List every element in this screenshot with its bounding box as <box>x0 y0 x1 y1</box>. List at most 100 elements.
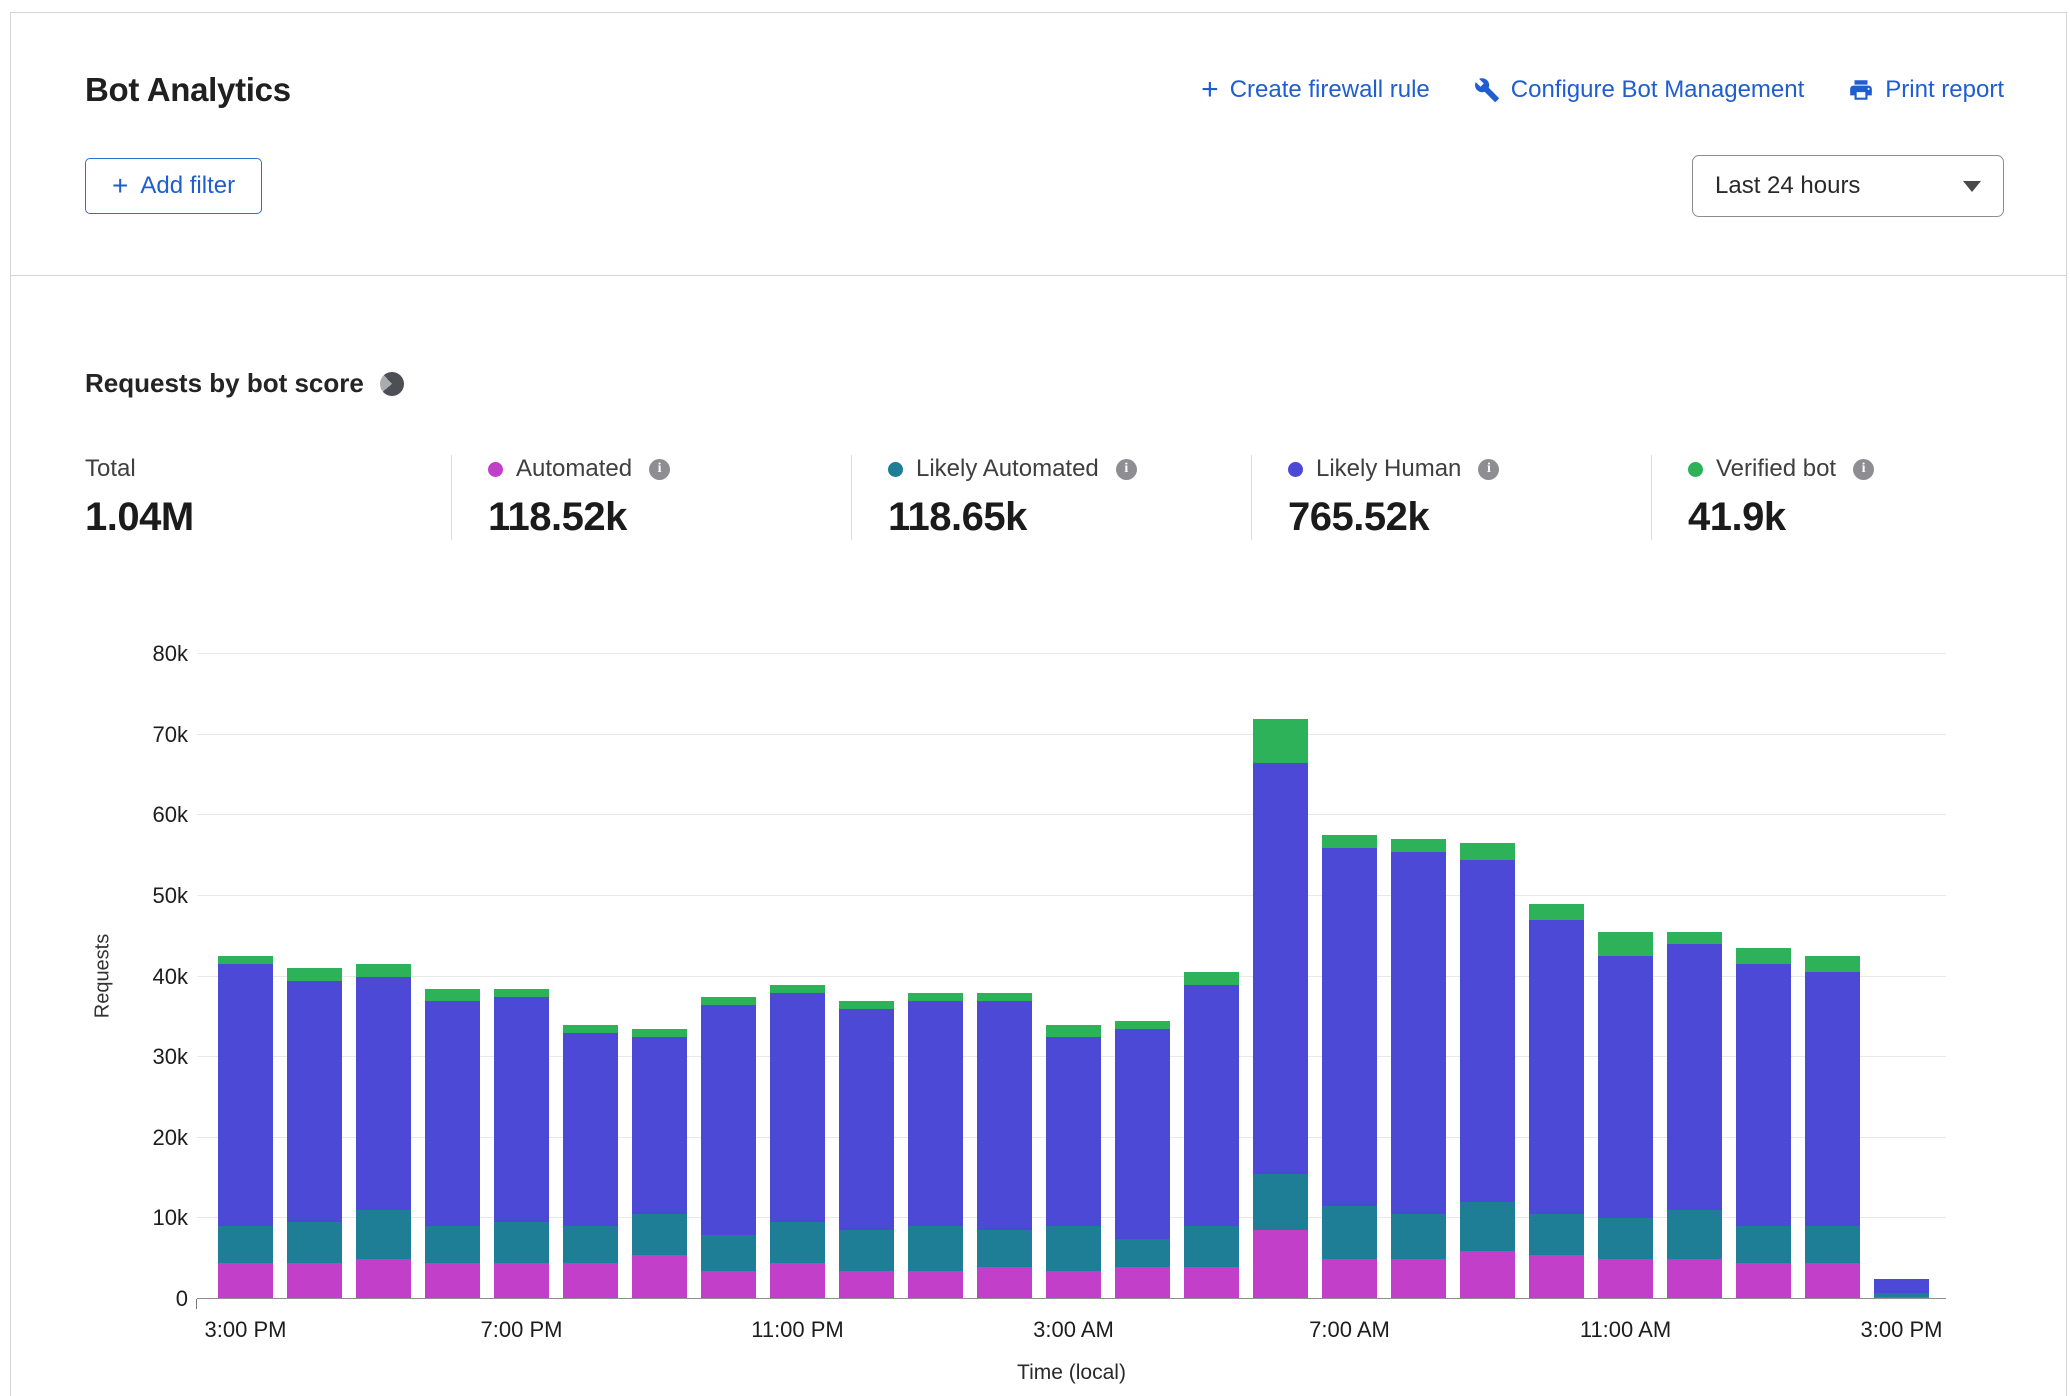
bar-segment-likely-human <box>1322 848 1377 1207</box>
bar-segment-likely-automated <box>1460 1202 1515 1250</box>
bar-segment-likely-automated <box>770 1222 825 1262</box>
x-tick-label: 11:00 AM <box>1580 1317 1671 1343</box>
info-icon[interactable] <box>649 459 670 480</box>
bar-segment-verified-bot <box>632 1029 687 1037</box>
stat-label-row: Likely Human <box>1288 455 1651 483</box>
bar-segment-automated <box>632 1255 687 1299</box>
bar-segment-verified-bot <box>1046 1025 1101 1037</box>
info-icon[interactable] <box>1116 459 1137 480</box>
stacked-bar <box>1322 654 1377 1299</box>
bar-segment-automated <box>1253 1230 1308 1299</box>
chart-bar[interactable] <box>1108 654 1177 1299</box>
stat-total: Total 1.04M <box>85 455 451 540</box>
chart-bar[interactable] <box>418 654 487 1299</box>
create-firewall-rule-link[interactable]: + Create firewall rule <box>1201 76 1430 104</box>
chart-bar[interactable] <box>1798 654 1867 1299</box>
bar-segment-likely-human <box>494 997 549 1223</box>
bar-segment-likely-human <box>1736 964 1791 1226</box>
chart-bar[interactable] <box>763 654 832 1299</box>
bar-segment-automated <box>1115 1267 1170 1299</box>
bar-segment-automated <box>287 1263 342 1299</box>
bar-segment-verified-bot <box>1115 1021 1170 1029</box>
stat-label: Likely Automated <box>916 455 1099 483</box>
stat-value: 41.9k <box>1688 495 2051 540</box>
bar-segment-verified-bot <box>356 964 411 976</box>
bar-segment-likely-automated <box>1667 1210 1722 1258</box>
print-report-link[interactable]: Print report <box>1848 76 2004 104</box>
chart-bar[interactable] <box>1453 654 1522 1299</box>
stacked-bar <box>1391 654 1446 1299</box>
bar-segment-likely-human <box>218 964 273 1226</box>
bar-segment-likely-human <box>977 1001 1032 1231</box>
requests-chart: Requests 010k20k30k40k50k60k70k80k 3:00 … <box>11 654 2066 1394</box>
chart-bar[interactable] <box>487 654 556 1299</box>
filter-row: + Add filter Last 24 hours <box>85 155 2004 217</box>
stat-label: Likely Human <box>1316 455 1461 483</box>
stacked-bar <box>563 654 618 1299</box>
bar-segment-likely-automated <box>425 1226 480 1262</box>
chart-bar[interactable] <box>211 654 280 1299</box>
bar-segment-verified-bot <box>1805 956 1860 972</box>
gridline <box>197 1298 1946 1299</box>
chart-bar[interactable] <box>1384 654 1453 1299</box>
bar-segment-verified-bot <box>1253 719 1308 763</box>
chart-bar[interactable] <box>556 654 625 1299</box>
page-title: Bot Analytics <box>85 71 291 109</box>
stacked-bar <box>1736 654 1791 1299</box>
bar-segment-likely-human <box>563 1033 618 1227</box>
header-row: Bot Analytics + Create firewall rule Con… <box>85 71 2004 109</box>
chart-bar[interactable] <box>694 654 763 1299</box>
bar-segment-likely-human <box>287 981 342 1223</box>
chart-bar[interactable] <box>1039 654 1108 1299</box>
stacked-bar <box>701 654 756 1299</box>
chart-bar[interactable] <box>832 654 901 1299</box>
add-filter-button[interactable]: + Add filter <box>85 158 262 214</box>
bar-segment-verified-bot <box>563 1025 618 1033</box>
time-range-select[interactable]: Last 24 hours <box>1692 155 2004 217</box>
stat-automated: Automated 118.52k <box>451 455 851 540</box>
configure-bot-management-link[interactable]: Configure Bot Management <box>1474 76 1805 104</box>
chart-bar[interactable] <box>970 654 1039 1299</box>
bar-segment-automated <box>1460 1251 1515 1299</box>
bar-segment-automated <box>1184 1267 1239 1299</box>
bar-segment-automated <box>1391 1259 1446 1299</box>
bar-segment-likely-human <box>1667 944 1722 1210</box>
bar-segment-automated <box>494 1263 549 1299</box>
chart-bar[interactable] <box>1867 654 1936 1299</box>
stacked-bar <box>1529 654 1584 1299</box>
stacked-bar <box>494 654 549 1299</box>
x-axis-title: Time (local) <box>197 1361 1946 1385</box>
stat-value: 1.04M <box>85 495 451 540</box>
chart-bar[interactable] <box>1246 654 1315 1299</box>
bar-segment-verified-bot <box>1736 948 1791 964</box>
bar-segment-verified-bot <box>701 997 756 1005</box>
chart-bar[interactable] <box>280 654 349 1299</box>
bar-segment-likely-human <box>770 993 825 1223</box>
likely-human-legend-dot <box>1288 462 1303 477</box>
bar-segment-likely-human <box>701 1005 756 1235</box>
bar-segment-verified-bot <box>1391 839 1446 851</box>
pie-chart-icon <box>380 372 404 396</box>
chart-bar[interactable] <box>901 654 970 1299</box>
bar-segment-likely-human <box>1184 985 1239 1227</box>
chart-bar[interactable] <box>1591 654 1660 1299</box>
chart-bar[interactable] <box>1660 654 1729 1299</box>
stat-value: 118.52k <box>488 495 851 540</box>
chart-bar[interactable] <box>1729 654 1798 1299</box>
info-icon[interactable] <box>1853 459 1874 480</box>
info-icon[interactable] <box>1478 459 1499 480</box>
bar-segment-automated <box>839 1271 894 1299</box>
bar-segment-automated <box>425 1263 480 1299</box>
y-tick-label: 30k <box>153 1044 188 1070</box>
stacked-bar <box>1598 654 1653 1299</box>
bar-segment-automated <box>1046 1271 1101 1299</box>
chart-bar[interactable] <box>625 654 694 1299</box>
y-tick-label: 60k <box>153 802 188 828</box>
chart-bar[interactable] <box>349 654 418 1299</box>
bar-segment-likely-automated <box>1736 1226 1791 1262</box>
chart-bar[interactable] <box>1522 654 1591 1299</box>
bar-segment-likely-automated <box>1322 1206 1377 1258</box>
chart-bar[interactable] <box>1315 654 1384 1299</box>
plot-area <box>197 654 1946 1299</box>
chart-bar[interactable] <box>1177 654 1246 1299</box>
